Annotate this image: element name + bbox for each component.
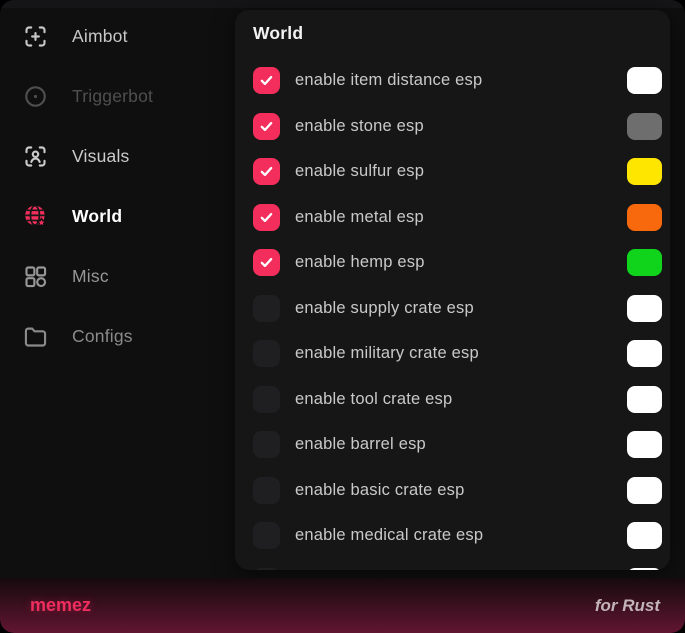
sidebar-item-label: Misc (72, 266, 109, 287)
esp-checkbox[interactable] (253, 204, 280, 231)
world-globe-icon (22, 203, 49, 230)
esp-row-label: enable military crate esp (295, 344, 479, 363)
color-swatch[interactable] (627, 568, 662, 570)
esp-checkbox[interactable] (253, 568, 280, 570)
esp-row-label: enable item distance esp (295, 71, 482, 90)
cheat-menu-window: Aimbot Triggerbot Visuals World Misc Con… (0, 0, 685, 633)
color-swatch[interactable] (627, 158, 662, 185)
brand-logo: memez (30, 595, 91, 616)
tagline-text: for Rust (595, 596, 660, 616)
esp-checkbox[interactable] (253, 340, 280, 367)
visuals-person-scan-icon (22, 143, 49, 170)
esp-checkbox[interactable] (253, 477, 280, 504)
esp-row: enable barrel esp (253, 422, 670, 468)
sidebar-item-label: Aimbot (72, 26, 128, 47)
triggerbot-circle-dot-icon (22, 83, 49, 110)
esp-row: enable military crate esp (253, 331, 670, 377)
esp-row: enable metal esp (253, 195, 670, 241)
esp-checkbox[interactable] (253, 295, 280, 322)
esp-row-label: enable basic crate esp (295, 481, 465, 500)
aimbot-crosshair-icon (22, 23, 49, 50)
esp-row: enable medical crate esp (253, 513, 670, 559)
sidebar-item-label: Triggerbot (72, 86, 153, 107)
color-swatch[interactable] (627, 522, 662, 549)
color-swatch[interactable] (627, 477, 662, 504)
sidebar-item-label: Configs (72, 326, 133, 347)
esp-row: enable stone esp (253, 104, 670, 150)
esp-checkbox[interactable] (253, 249, 280, 276)
color-swatch[interactable] (627, 386, 662, 413)
esp-checkbox[interactable] (253, 113, 280, 140)
esp-row: enable hemp esp (253, 240, 670, 286)
esp-row-label: enable sulfur esp (295, 162, 424, 181)
esp-row: enable item distance esp (253, 58, 670, 104)
esp-row (253, 559, 670, 571)
esp-row: enable basic crate esp (253, 468, 670, 514)
esp-row-label: enable metal esp (295, 208, 424, 227)
esp-checkbox[interactable] (253, 158, 280, 185)
esp-row-label: enable barrel esp (295, 435, 426, 454)
esp-checkbox[interactable] (253, 386, 280, 413)
sidebar: Aimbot Triggerbot Visuals World Misc Con… (0, 6, 235, 572)
esp-checkbox[interactable] (253, 67, 280, 94)
sidebar-item-visuals[interactable]: Visuals (0, 126, 235, 186)
esp-row: enable sulfur esp (253, 149, 670, 195)
esp-checkbox[interactable] (253, 431, 280, 458)
esp-rows: enable item distance esp enable stone es… (253, 58, 670, 570)
sidebar-item-triggerbot[interactable]: Triggerbot (0, 66, 235, 126)
panel-title: World (253, 23, 670, 49)
esp-row-label: enable stone esp (295, 117, 424, 136)
sidebar-item-misc[interactable]: Misc (0, 246, 235, 306)
sidebar-item-label: World (72, 206, 122, 227)
color-swatch[interactable] (627, 113, 662, 140)
esp-row-label: enable hemp esp (295, 253, 425, 272)
color-swatch[interactable] (627, 67, 662, 94)
esp-row-label: enable medical crate esp (295, 526, 483, 545)
esp-checkbox[interactable] (253, 522, 280, 549)
esp-row-label: enable supply crate esp (295, 299, 474, 318)
color-swatch[interactable] (627, 249, 662, 276)
footer-bar: memez for Rust (0, 578, 685, 633)
color-swatch[interactable] (627, 431, 662, 458)
sidebar-item-configs[interactable]: Configs (0, 306, 235, 366)
esp-row: enable supply crate esp (253, 286, 670, 332)
esp-row-label: enable tool crate esp (295, 390, 452, 409)
esp-row: enable tool crate esp (253, 377, 670, 423)
misc-grid-icon (22, 263, 49, 290)
configs-folder-icon (22, 323, 49, 350)
sidebar-item-label: Visuals (72, 146, 130, 167)
settings-panel: World enable item distance esp enable st… (235, 10, 670, 570)
color-swatch[interactable] (627, 340, 662, 367)
color-swatch[interactable] (627, 295, 662, 322)
sidebar-item-world[interactable]: World (0, 186, 235, 246)
color-swatch[interactable] (627, 204, 662, 231)
sidebar-item-aimbot[interactable]: Aimbot (0, 6, 235, 66)
